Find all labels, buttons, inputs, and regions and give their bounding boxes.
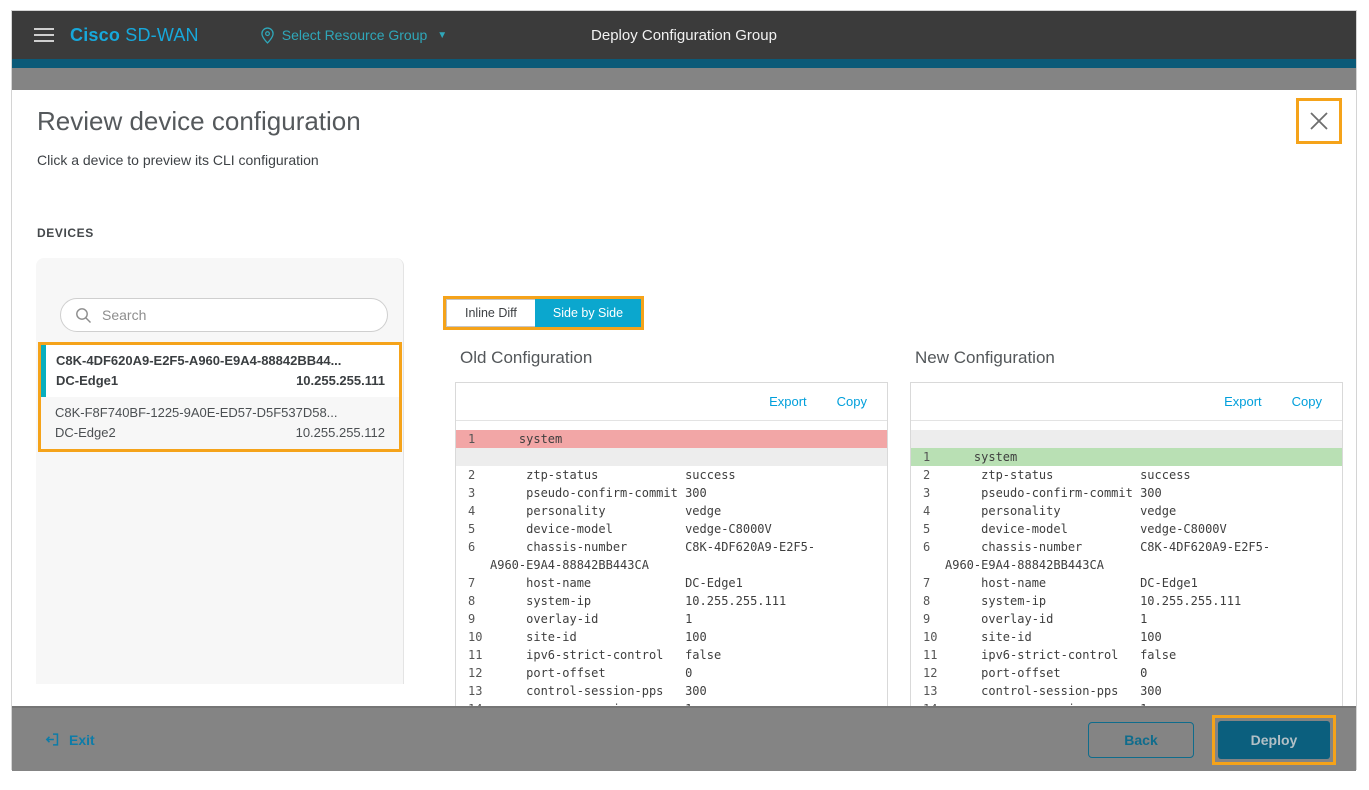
app-header: Cisco SD-WAN Select Resource Group ▼ Dep… — [12, 11, 1356, 59]
code-line: 6 chassis-number C8K-4DF620A9-E2F5- — [456, 538, 887, 556]
device-list-annotation-highlight: C8K-4DF620A9-E2F5-A960-E9A4-88842BB44...… — [38, 342, 402, 452]
exit-label: Exit — [69, 732, 95, 748]
code-line: 13 control-session-pps 300 — [456, 682, 887, 700]
code-line: 1 system — [911, 448, 1342, 466]
copy-link[interactable]: Copy — [837, 394, 867, 409]
code-line: 5 device-model vedge-C8000V — [911, 520, 1342, 538]
export-link[interactable]: Export — [1224, 394, 1262, 409]
devices-section-label: DEVICES — [37, 226, 94, 240]
code-line: 12 port-offset 0 — [456, 664, 887, 682]
copy-link[interactable]: Copy — [1292, 394, 1322, 409]
code-line: 11 ipv6-strict-control false — [911, 646, 1342, 664]
device-ip: 10.255.255.111 — [296, 373, 385, 388]
exit-button[interactable]: Exit — [45, 731, 95, 748]
code-line: 13 control-session-pps 300 — [911, 682, 1342, 700]
code-line: 9 overlay-id 1 — [456, 610, 887, 628]
new-config-title: New Configuration — [915, 348, 1055, 368]
teal-accent-bar — [12, 59, 1356, 68]
device-chassis-id: C8K-F8F740BF-1225-9A0E-ED57-D5F537D58... — [55, 405, 385, 420]
device-chassis-id: C8K-4DF620A9-E2F5-A960-E9A4-88842BB44... — [56, 353, 385, 368]
device-ip: 10.255.255.112 — [296, 425, 385, 440]
device-panel: C8K-4DF620A9-E2F5-A960-E9A4-88842BB44...… — [36, 258, 404, 684]
side-by-side-tab[interactable]: Side by Side — [535, 299, 641, 327]
code-line: 10 site-id 100 — [911, 628, 1342, 646]
code-line: 8 system-ip 10.255.255.111 — [456, 592, 887, 610]
search-icon — [75, 307, 92, 324]
code-line: 5 device-model vedge-C8000V — [456, 520, 887, 538]
device-search[interactable] — [60, 298, 388, 332]
code-line: 11 ipv6-strict-control false — [456, 646, 887, 664]
new-config-panel: Export Copy 1 system2 ztp-status success… — [910, 382, 1343, 706]
code-line: 6 chassis-number C8K-4DF620A9-E2F5- — [911, 538, 1342, 556]
device-hostname: DC-Edge1 — [56, 373, 118, 388]
brand-logo: Cisco SD-WAN — [70, 25, 199, 46]
resource-group-selector[interactable]: Select Resource Group ▼ — [261, 27, 447, 44]
code-line — [911, 430, 1342, 448]
code-line: A960-E9A4-88842BB443CA — [456, 556, 887, 574]
brand-cisco: Cisco — [70, 25, 120, 45]
code-line — [456, 448, 887, 466]
deploy-button[interactable]: Deploy — [1218, 721, 1330, 759]
new-config-toolbar: Export Copy — [911, 383, 1342, 421]
resource-group-label: Select Resource Group — [282, 27, 428, 43]
footer-bar: Exit Back Deploy — [12, 706, 1356, 771]
brand-sdwan: SD-WAN — [120, 25, 199, 45]
app-window: Cisco SD-WAN Select Resource Group ▼ Dep… — [11, 10, 1357, 770]
search-input[interactable] — [102, 307, 373, 323]
code-line: 7 host-name DC-Edge1 — [911, 574, 1342, 592]
deploy-annotation-highlight: Deploy — [1212, 715, 1336, 765]
page-title: Review device configuration — [37, 106, 361, 137]
close-button[interactable] — [1296, 98, 1342, 144]
code-line: 4 personality vedge — [456, 502, 887, 520]
exit-icon — [45, 731, 61, 748]
code-line: 2 ztp-status success — [911, 466, 1342, 484]
device-item-dc-edge2[interactable]: C8K-F8F740BF-1225-9A0E-ED57-D5F537D58...… — [41, 397, 399, 449]
backdrop-strip-top — [12, 68, 1356, 90]
old-config-title: Old Configuration — [460, 348, 592, 368]
chevron-down-icon: ▼ — [437, 30, 447, 41]
close-icon — [1307, 109, 1331, 133]
code-line: A960-E9A4-88842BB443CA — [911, 556, 1342, 574]
old-config-panel: Export Copy 1 system 2 ztp-status success… — [455, 382, 888, 706]
code-line: 7 host-name DC-Edge1 — [456, 574, 887, 592]
export-link[interactable]: Export — [769, 394, 807, 409]
new-config-code[interactable]: 1 system2 ztp-status success3 pseudo-con… — [911, 421, 1342, 706]
device-item-dc-edge1[interactable]: C8K-4DF620A9-E2F5-A960-E9A4-88842BB44...… — [41, 345, 399, 397]
code-line: 1 system — [456, 430, 887, 448]
code-line: 10 site-id 100 — [456, 628, 887, 646]
device-hostname: DC-Edge2 — [55, 425, 116, 440]
diff-toggle-annotation-highlight: Inline Diff Side by Side — [443, 296, 644, 330]
code-line: 3 pseudo-confirm-commit 300 — [456, 484, 887, 502]
code-line: 3 pseudo-confirm-commit 300 — [911, 484, 1342, 502]
back-button[interactable]: Back — [1088, 722, 1194, 758]
code-line: 4 personality vedge — [911, 502, 1342, 520]
page-header-title: Deploy Configuration Group — [12, 27, 1356, 44]
location-pin-icon — [261, 27, 274, 44]
page-subtitle: Click a device to preview its CLI config… — [37, 152, 319, 168]
code-line: 12 port-offset 0 — [911, 664, 1342, 682]
code-line: 9 overlay-id 1 — [911, 610, 1342, 628]
menu-icon[interactable] — [34, 28, 54, 42]
old-config-code[interactable]: 1 system 2 ztp-status success3 pseudo-con… — [456, 421, 887, 706]
code-line: 2 ztp-status success — [456, 466, 887, 484]
old-config-toolbar: Export Copy — [456, 383, 887, 421]
inline-diff-tab[interactable]: Inline Diff — [446, 299, 535, 327]
modal-content: Review device configuration Click a devi… — [12, 90, 1356, 706]
code-line: 8 system-ip 10.255.255.111 — [911, 592, 1342, 610]
